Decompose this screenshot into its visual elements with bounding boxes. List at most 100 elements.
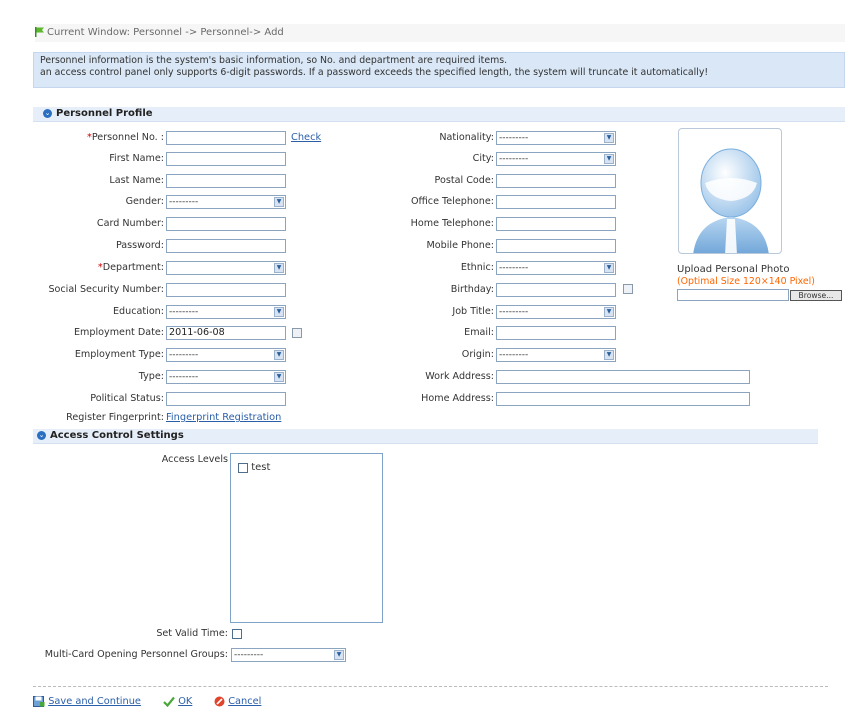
- save-and-continue-button[interactable]: Save and Continue: [33, 695, 141, 709]
- chevron-down-icon[interactable]: ▼: [334, 650, 344, 660]
- avatar-placeholder-icon: [693, 148, 769, 253]
- label-email: Email:: [464, 327, 494, 338]
- save-and-continue-label: Save and Continue: [48, 696, 141, 707]
- browse-button[interactable]: Browse...: [790, 290, 842, 301]
- label-last-name: Last Name:: [109, 175, 164, 186]
- notice-line-1: Personnel information is the system's ba…: [40, 55, 508, 66]
- breadcrumb: Current Window: Personnel -> Personnel->…: [35, 24, 845, 42]
- collapse-icon[interactable]: ⌄: [43, 108, 52, 118]
- cancel-icon: [214, 696, 225, 706]
- education-select[interactable]: --------- ▼: [166, 305, 286, 319]
- label-employment-type: Employment Type:: [74, 349, 164, 360]
- chevron-down-icon[interactable]: ▼: [604, 263, 614, 273]
- password-input[interactable]: [166, 239, 286, 253]
- optimal-size-hint: (Optimal Size 120×140 Pixel): [677, 276, 815, 287]
- type-select[interactable]: --------- ▼: [166, 370, 286, 384]
- checkmark-icon: [163, 696, 175, 707]
- card-number-input[interactable]: [166, 217, 286, 231]
- label-birthday: Birthday:: [450, 284, 494, 295]
- label-work-address: Work Address:: [425, 371, 494, 382]
- section-title: Access Control Settings: [50, 430, 184, 441]
- label-city: City:: [472, 153, 494, 164]
- label-gender: Gender:: [125, 196, 164, 207]
- work-address-input[interactable]: [496, 370, 750, 384]
- chevron-down-icon[interactable]: ▼: [274, 197, 284, 207]
- label-register-fingerprint: Register Fingerprint:: [66, 412, 164, 423]
- multicard-groups-select[interactable]: --------- ▼: [231, 648, 346, 662]
- label-department: *Department:: [97, 262, 164, 273]
- home-telephone-input[interactable]: [496, 217, 616, 231]
- chevron-down-icon[interactable]: ▼: [274, 307, 284, 317]
- chevron-down-icon[interactable]: ▼: [604, 350, 614, 360]
- mobile-phone-input[interactable]: [496, 239, 616, 253]
- chevron-down-icon[interactable]: ▼: [274, 350, 284, 360]
- employment-date-input[interactable]: 2011-06-08: [166, 326, 286, 340]
- employment-type-select[interactable]: --------- ▼: [166, 348, 286, 362]
- fingerprint-registration-link[interactable]: Fingerprint Registration: [166, 411, 281, 425]
- label-multicard-groups: Multi-Card Opening Personnel Groups:: [44, 649, 228, 660]
- nationality-select[interactable]: --------- ▼: [496, 131, 616, 145]
- label-personnel-no: *Personnel No. :: [87, 132, 164, 143]
- label-education: Education:: [113, 306, 164, 317]
- label-postal-code: Postal Code:: [434, 175, 494, 186]
- set-valid-time-checkbox[interactable]: [232, 629, 242, 639]
- label-set-valid-time: Set Valid Time:: [156, 628, 228, 639]
- chevron-down-icon[interactable]: ▼: [274, 372, 284, 382]
- chevron-down-icon[interactable]: ▼: [604, 154, 614, 164]
- label-office-telephone: Office Telephone:: [410, 196, 494, 207]
- ok-button[interactable]: OK: [163, 695, 192, 709]
- check-link[interactable]: Check: [291, 131, 321, 145]
- home-address-input[interactable]: [496, 392, 750, 406]
- cancel-button[interactable]: Cancel: [214, 695, 261, 709]
- label-origin: Origin:: [461, 349, 494, 360]
- upload-photo-label: Upload Personal Photo: [677, 264, 790, 275]
- job-title-select[interactable]: --------- ▼: [496, 305, 616, 319]
- flag-icon: [35, 27, 44, 37]
- label-first-name: First Name:: [109, 153, 164, 164]
- last-name-input[interactable]: [166, 174, 286, 188]
- section-access-control[interactable]: ⌄ Access Control Settings: [33, 429, 818, 444]
- label-home-telephone: Home Telephone:: [410, 218, 494, 229]
- ethnic-select[interactable]: --------- ▼: [496, 261, 616, 275]
- label-access-levels: Access Levels: [161, 454, 228, 465]
- access-levels-list[interactable]: test: [230, 453, 383, 623]
- chevron-down-icon[interactable]: ▼: [274, 263, 284, 273]
- label-card-number: Card Number:: [96, 218, 164, 229]
- department-select[interactable]: ▼: [166, 261, 286, 275]
- chevron-down-icon[interactable]: ▼: [604, 307, 614, 317]
- ssn-input[interactable]: [166, 283, 286, 297]
- postal-code-input[interactable]: [496, 174, 616, 188]
- photo-file-input[interactable]: [677, 289, 789, 301]
- personnel-no-input[interactable]: [166, 131, 286, 145]
- label-job-title: Job Title:: [452, 306, 494, 317]
- origin-select[interactable]: --------- ▼: [496, 348, 616, 362]
- ok-label: OK: [178, 696, 193, 707]
- first-name-input[interactable]: [166, 152, 286, 166]
- info-notice: Personnel information is the system's ba…: [33, 52, 845, 88]
- calendar-icon[interactable]: [623, 284, 633, 294]
- office-telephone-input[interactable]: [496, 195, 616, 209]
- label-nationality: Nationality:: [439, 132, 494, 143]
- label-ssn: Social Security Number:: [48, 284, 164, 295]
- birthday-input[interactable]: [496, 283, 616, 297]
- gender-select[interactable]: --------- ▼: [166, 195, 286, 209]
- label-mobile-phone: Mobile Phone:: [426, 240, 494, 251]
- list-item[interactable]: test: [238, 462, 270, 474]
- city-select[interactable]: --------- ▼: [496, 152, 616, 166]
- notice-line-2: an access control panel only supports 6-…: [40, 67, 709, 78]
- chevron-down-icon[interactable]: ▼: [604, 133, 614, 143]
- political-status-input[interactable]: [166, 392, 286, 406]
- section-personnel-profile[interactable]: ⌄ Personnel Profile: [33, 107, 845, 122]
- calendar-icon[interactable]: [292, 328, 302, 338]
- collapse-icon[interactable]: ⌄: [37, 430, 46, 440]
- label-home-address: Home Address:: [421, 393, 494, 404]
- personal-photo: [678, 128, 782, 254]
- label-ethnic: Ethnic:: [460, 262, 494, 273]
- divider: [33, 686, 828, 687]
- label-employment-date: Employment Date:: [73, 327, 164, 338]
- label-type: Type:: [138, 371, 164, 382]
- breadcrumb-text: Current Window: Personnel -> Personnel->…: [47, 27, 284, 38]
- email-input[interactable]: [496, 326, 616, 340]
- checkbox[interactable]: [238, 462, 248, 473]
- label-password: Password:: [115, 240, 164, 251]
